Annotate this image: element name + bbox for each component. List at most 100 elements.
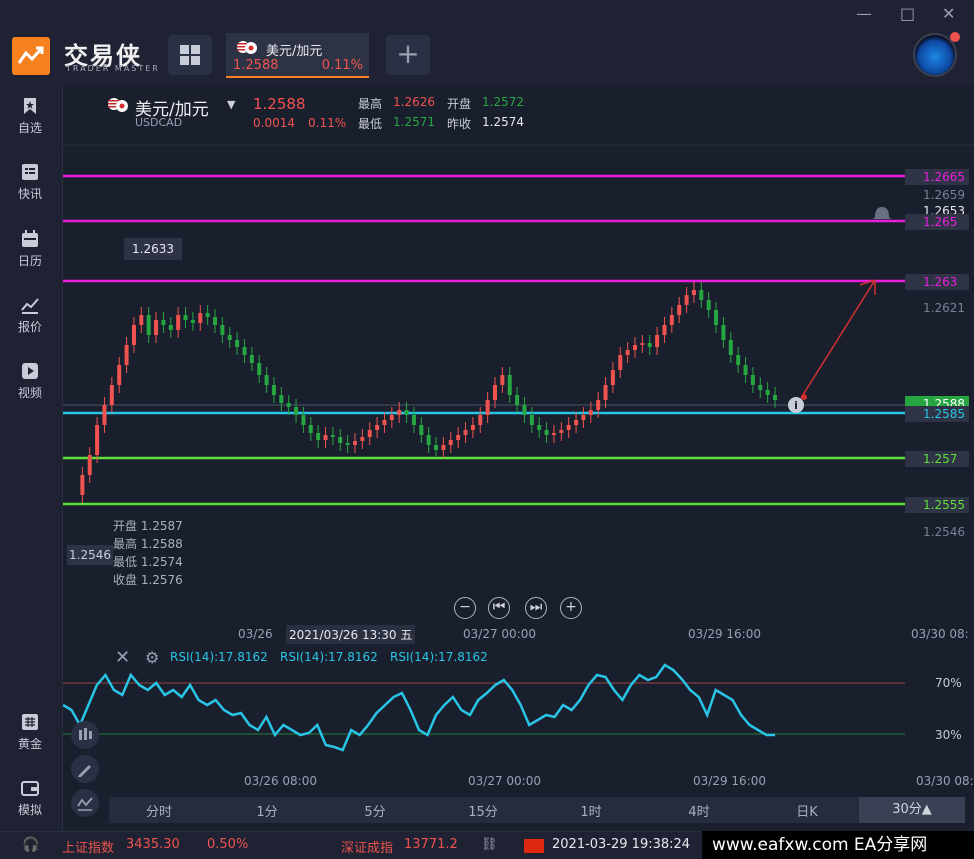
close-indicator-icon[interactable]: ✕ — [115, 647, 130, 668]
maximize-icon[interactable]: □ — [900, 4, 915, 23]
zoom-out-button[interactable]: − — [454, 597, 476, 619]
chart-type-button[interactable] — [71, 789, 99, 817]
period-5m[interactable]: 5分 — [345, 801, 405, 820]
sidebar-item-label: 日历 — [17, 254, 42, 268]
time-tick: 03/26 — [238, 627, 273, 641]
period-1m[interactable]: 1分 — [237, 801, 297, 820]
candle-body — [655, 335, 660, 347]
rsi-label-2: RSI(14):17.8162 — [280, 650, 378, 664]
logo-subtitle: TRADER MASTER — [66, 64, 160, 73]
sidebar-item-video[interactable]: 视频 — [0, 362, 60, 422]
candle-body — [647, 343, 652, 347]
index1-percent: 0.50% — [207, 837, 249, 852]
trend-start-dot — [801, 394, 807, 400]
index1-name: 上证指数 — [62, 841, 115, 856]
price-tick: 1.2659 — [923, 188, 965, 202]
candle-body — [507, 375, 512, 395]
headset-icon[interactable]: 🎧 — [22, 837, 39, 853]
candle-body — [537, 425, 542, 430]
sidebar-item-demo[interactable]: 模拟 — [0, 779, 60, 839]
high-callout: 1.2633 — [124, 238, 182, 260]
price-tick: 1.2621 — [923, 301, 965, 315]
candle-body — [588, 410, 593, 415]
tab-price: 1.2588 — [233, 58, 279, 73]
candles-icon — [79, 728, 92, 740]
period-1h[interactable]: 1时 — [561, 801, 621, 820]
sidebar-item-label: 自选 — [17, 121, 42, 135]
candle-body — [574, 420, 579, 425]
sidebar-item-calendar[interactable]: 日历 — [0, 230, 60, 290]
candle-body — [699, 290, 704, 300]
candle-body — [124, 345, 129, 365]
candle-body — [544, 430, 549, 435]
chart-panel[interactable]: 美元/加元 ▼ USDCAD 1.2588 0.0014 0.11% 最高 1.… — [62, 85, 974, 831]
price-chart[interactable]: i — [63, 85, 974, 831]
candle-body — [227, 335, 232, 340]
candle-body — [714, 310, 719, 325]
sidebar-item-watchlist[interactable]: 自选 — [0, 97, 60, 157]
symbol-tab[interactable]: 美元/加元 1.2588 0.11% — [226, 33, 369, 78]
candle-body — [610, 370, 615, 385]
pencil-icon — [78, 765, 91, 777]
sidebar-item-news[interactable]: 快讯 — [0, 163, 60, 223]
add-tab-button[interactable]: + — [386, 35, 430, 75]
candle-body — [190, 320, 195, 323]
layout-grid-button[interactable] — [168, 35, 212, 75]
app-window: — □ ✕ 交易侠 TRADER MASTER 美元/加元 1.2588 0.1… — [0, 0, 974, 859]
zoom-in-button[interactable]: + — [560, 597, 582, 619]
sidebar-item-gold[interactable]: 黄金 — [0, 713, 60, 773]
candle-body — [470, 425, 475, 430]
candle-body — [198, 313, 203, 323]
indicator-tool-button[interactable] — [71, 721, 99, 749]
candle-body — [154, 320, 159, 335]
period-15m[interactable]: 15分 — [453, 801, 513, 820]
settings-icon[interactable]: ⚙ — [145, 648, 159, 667]
candle-body — [640, 343, 645, 345]
candle-body — [323, 435, 328, 440]
time-tick: 03/29 16:00 — [688, 627, 761, 641]
candle-body — [721, 325, 726, 340]
sidebar-item-quotes[interactable]: 报价 — [0, 296, 60, 356]
us-ca-flag-icon — [237, 41, 257, 54]
datetime: 2021-03-29 19:38:24 — [552, 837, 691, 852]
line-chart-icon — [77, 797, 93, 811]
candle-body — [131, 325, 136, 345]
link-icon[interactable]: ⛓ — [481, 837, 498, 852]
candle-body — [677, 305, 682, 315]
period-daily[interactable]: 日K — [777, 801, 837, 820]
candle-body — [397, 410, 402, 415]
period-4h[interactable]: 4时 — [669, 801, 729, 820]
candle-body — [146, 315, 151, 335]
candle-body — [478, 415, 483, 425]
sidebar-item-label: 报价 — [17, 320, 42, 334]
price-label-1255: 1.2555 — [905, 497, 969, 513]
tab-percent: 0.11% — [321, 58, 363, 73]
sidebar-item-label: 黄金 — [17, 737, 42, 751]
candle-body — [353, 441, 357, 445]
candle-body — [367, 430, 372, 437]
index1-value: 3435.30 — [126, 837, 180, 852]
period-tick[interactable]: 分时 — [129, 801, 189, 820]
candle-body — [566, 425, 571, 430]
candle-body — [330, 435, 335, 437]
price-label-1265: 1.2665 — [905, 169, 969, 185]
period-30m[interactable]: 30分▲ — [859, 797, 965, 823]
scroll-end-button[interactable]: ⏭ — [525, 597, 547, 619]
candle-body — [102, 405, 107, 425]
candle-body — [176, 315, 181, 330]
close-icon[interactable]: ✕ — [942, 4, 955, 23]
draw-tool-button[interactable] — [71, 755, 99, 783]
candle-body — [669, 315, 674, 325]
scroll-start-button[interactable]: ⏮ — [488, 597, 510, 619]
sidebar-item-label: 快讯 — [17, 187, 42, 201]
candle-body — [559, 430, 564, 433]
candle-body — [235, 340, 240, 347]
candle-body — [375, 425, 380, 430]
ohlc-low: 最低 1.2574 — [113, 555, 183, 569]
time-tick: 03/30 08: — [911, 627, 969, 641]
rsi-label-1: RSI(14):17.8162 — [170, 650, 268, 664]
top-bar: — □ ✕ 交易侠 TRADER MASTER 美元/加元 1.2588 0.1… — [0, 0, 974, 85]
ohlc-open: 开盘 1.2587 — [113, 519, 183, 533]
minimize-icon[interactable]: — — [856, 4, 872, 23]
candle-body — [316, 433, 321, 440]
